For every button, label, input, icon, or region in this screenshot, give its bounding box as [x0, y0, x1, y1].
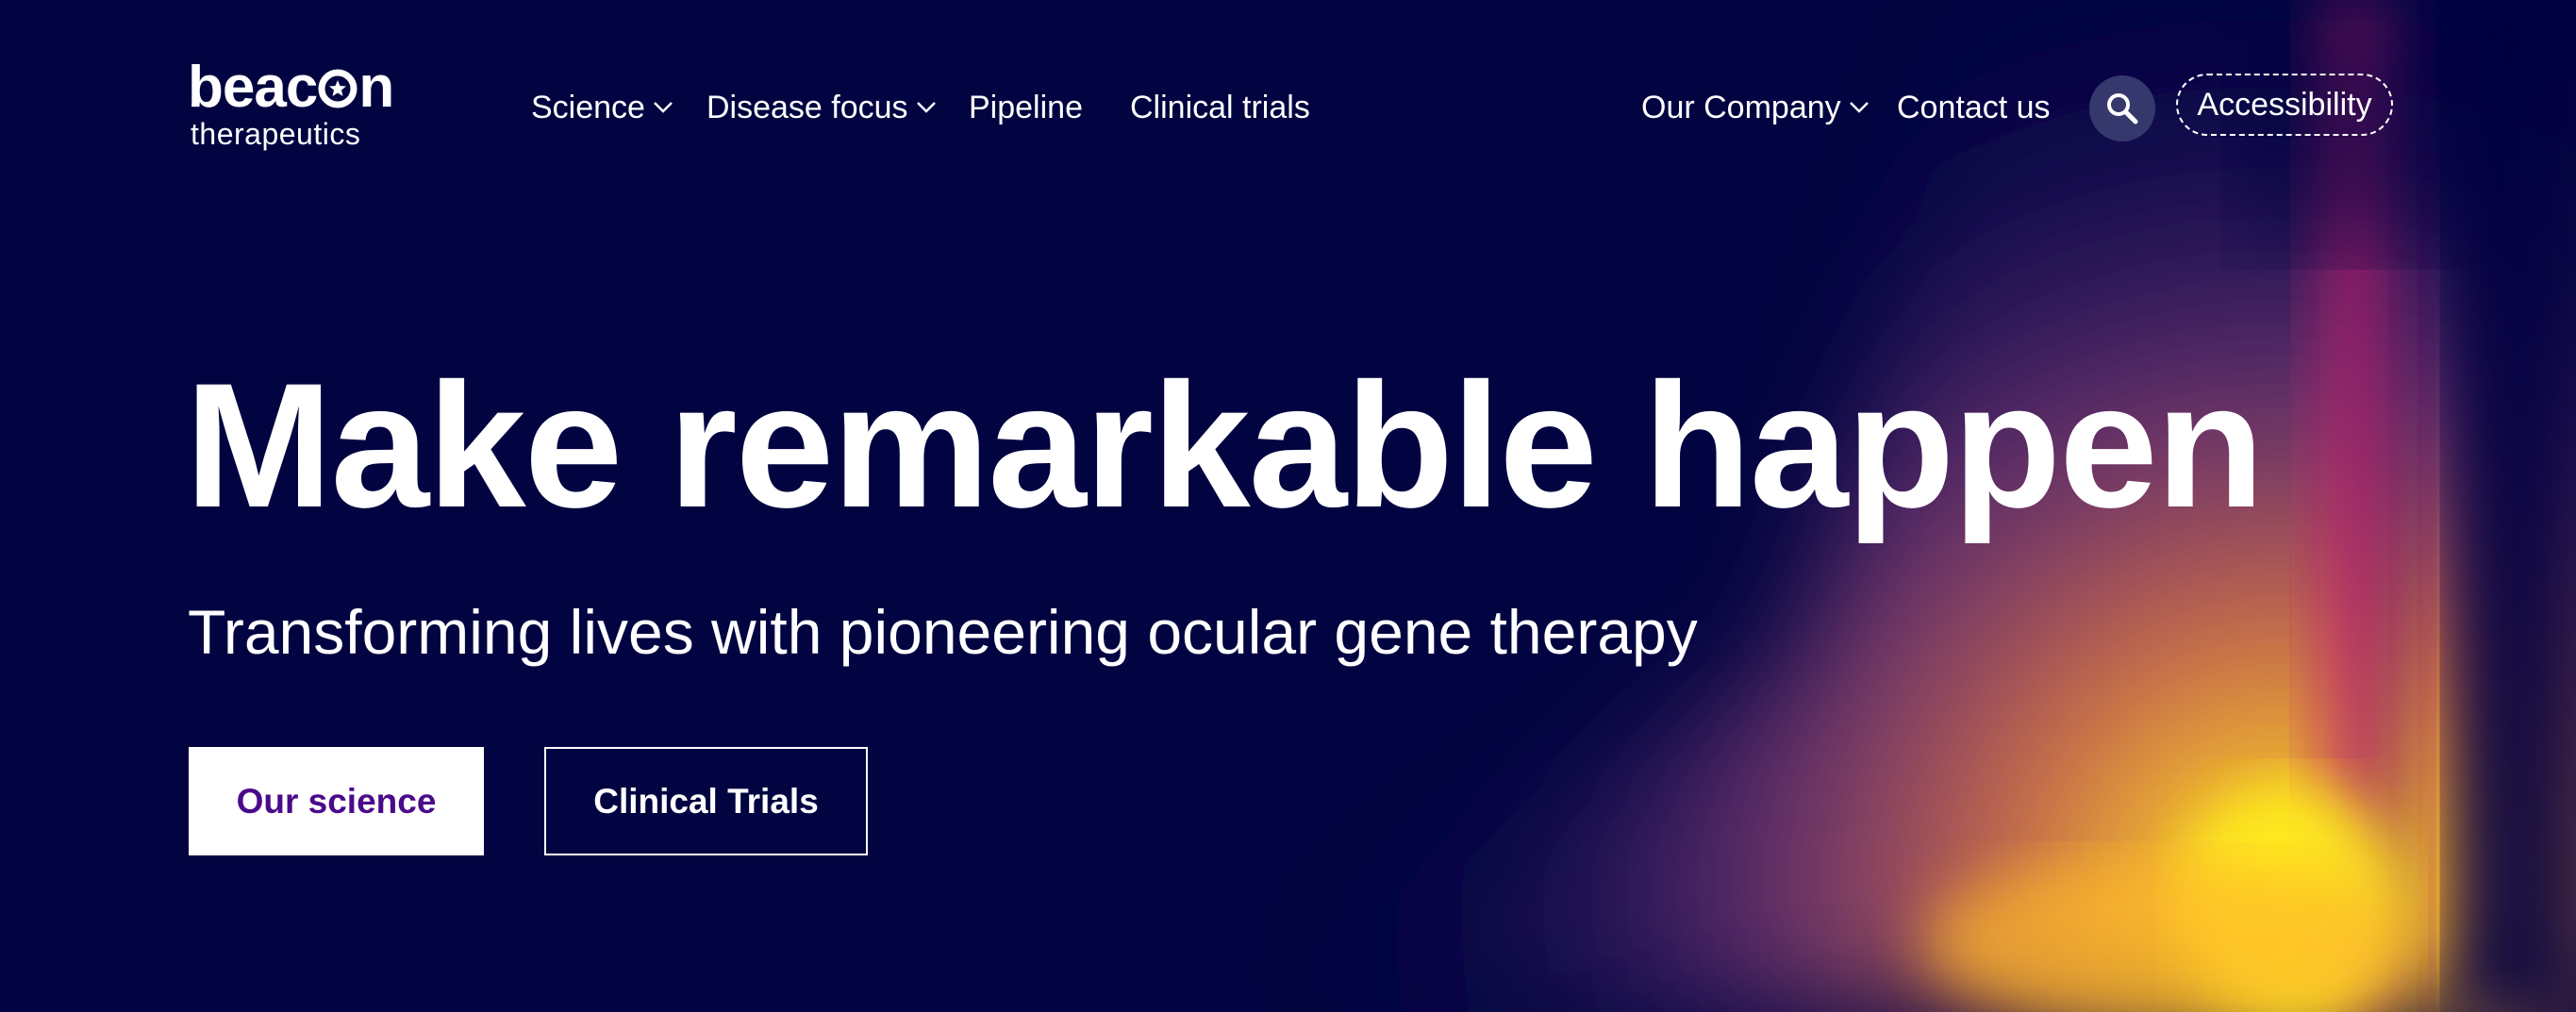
nav-clinical-trials-label: Clinical trials: [1130, 90, 1310, 125]
chevron-down-icon: [916, 102, 936, 113]
nav-contact-us-label: Contact us: [1897, 90, 2051, 125]
search-icon: [2107, 93, 2138, 124]
logo-wordmark: beac n: [188, 55, 394, 120]
our-science-button[interactable]: Our science: [189, 747, 484, 855]
beacon-logo[interactable]: beac n therapeutics: [188, 58, 419, 153]
nav-our-company[interactable]: Our Company: [1641, 87, 1870, 128]
nav-disease-focus[interactable]: Disease focus: [706, 87, 937, 128]
nav-science[interactable]: Science: [531, 87, 673, 128]
logo-text-part2: n: [358, 55, 394, 120]
site-header: beac n therapeutics Science Disease focu…: [0, 0, 2576, 217]
logo-tagline: therapeutics: [191, 117, 361, 151]
chevron-down-icon: [654, 102, 673, 113]
logo-text-part1: beac: [188, 55, 318, 120]
nav-pipeline[interactable]: Pipeline: [969, 87, 1083, 128]
hero-title: Make remarkable happen: [185, 346, 2265, 544]
hero-subtitle: Transforming lives with pioneering ocula…: [188, 597, 1698, 667]
chevron-down-icon: [1849, 102, 1869, 113]
nav-our-company-label: Our Company: [1641, 90, 1841, 125]
nav-contact-us[interactable]: Contact us: [1897, 87, 2051, 128]
nav-clinical-trials[interactable]: Clinical trials: [1130, 87, 1310, 128]
logo-star-icon: [318, 69, 357, 108]
page: beac n therapeutics Science Disease focu…: [0, 0, 2576, 1012]
clinical-trials-button[interactable]: Clinical Trials: [544, 747, 868, 855]
search-button[interactable]: [2089, 75, 2155, 141]
accessibility-button[interactable]: Accessibility: [2176, 74, 2393, 136]
nav-pipeline-label: Pipeline: [969, 90, 1083, 125]
nav-disease-focus-label: Disease focus: [706, 90, 908, 125]
nav-science-label: Science: [531, 90, 645, 125]
